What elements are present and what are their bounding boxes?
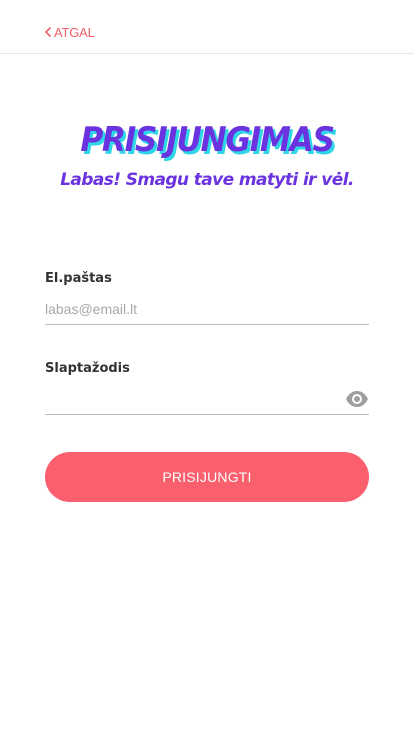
back-label: ATGAL — [54, 24, 95, 40]
eye-icon[interactable] — [345, 390, 369, 413]
email-label: El.paštas — [45, 271, 112, 286]
password-label: Slaptažodis — [45, 361, 130, 376]
email-field-wrapper — [45, 297, 369, 325]
email-field[interactable] — [45, 297, 335, 321]
page-title: PRISIJUNGIMAS — [80, 120, 335, 160]
password-field[interactable] — [45, 387, 335, 411]
back-button[interactable]: ATGAL — [45, 24, 95, 40]
chevron-left-icon — [45, 27, 51, 37]
password-field-wrapper — [45, 387, 369, 415]
login-button[interactable]: PRISIJUNGTI — [45, 452, 369, 502]
page-subtitle: Labas! Smagu tave matyti ir vėl. — [60, 170, 354, 190]
top-bar: ATGAL — [0, 0, 414, 54]
